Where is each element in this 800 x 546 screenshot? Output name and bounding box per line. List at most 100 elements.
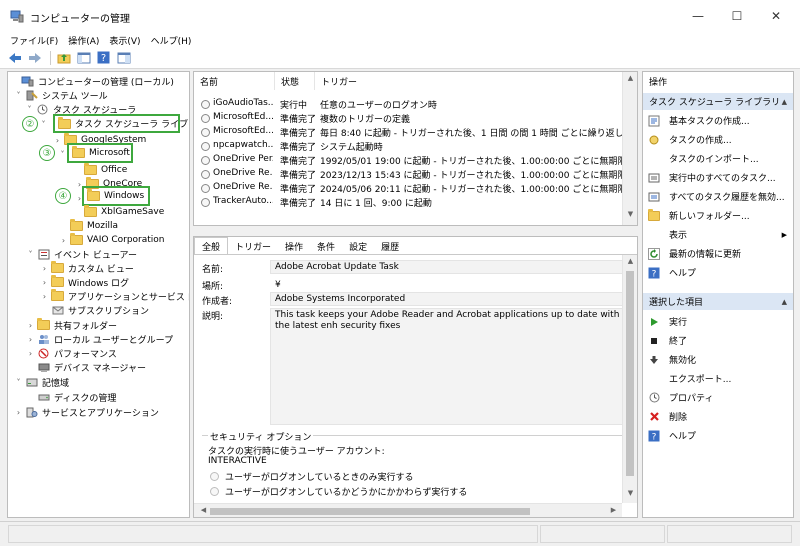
tree-item-task-scheduler-library[interactable]: タスク スケジューラ ライブラリ — [53, 114, 189, 133]
scroll-thumb[interactable] — [210, 508, 530, 515]
task-row[interactable]: OneDrive Per...準備完了1992/05/01 19:00 に起動 … — [194, 154, 622, 167]
properties-toolbar-button[interactable] — [115, 50, 132, 66]
task-list-vertical-scrollbar[interactable]: ▲ ▼ — [622, 72, 637, 225]
task-row[interactable]: OneDrive Re... 準備完了 2023/12/13 15:43 に起動 -… — [194, 168, 622, 181]
tree-item-task-scheduler-library-chevron[interactable]: ˅ — [39, 117, 50, 131]
expand-chevron-icon[interactable]: ˅ — [58, 150, 67, 159]
scroll-right-arrow-icon[interactable]: ▶ — [606, 506, 621, 514]
collapse-chevron-icon[interactable]: › — [26, 349, 35, 358]
action-disable-all-history[interactable]: すべてのタスク履歴を無効... — [643, 187, 793, 206]
help-toolbar-button[interactable]: ? — [95, 50, 112, 66]
action-display-running-tasks[interactable]: 実行中のすべてのタスク... — [643, 168, 793, 187]
column-header-name[interactable]: 名前 — [194, 72, 275, 90]
scroll-thumb[interactable] — [626, 271, 634, 476]
tree-item-disk-management[interactable]: ディスクの管理 — [37, 390, 116, 404]
tree-item-event-viewer[interactable]: ˅ イベント ビューアー — [26, 247, 137, 261]
details-horizontal-scrollbar[interactable]: ◀ ▶ — [194, 503, 622, 517]
minimize-button[interactable]: — — [680, 4, 716, 28]
action-import-task[interactable]: タスクのインポート... — [643, 149, 793, 168]
radio-button-icon[interactable] — [210, 472, 219, 481]
action-view[interactable]: 表示 ▶ — [643, 225, 793, 244]
action-new-folder[interactable]: 新しいフォルダー... — [643, 206, 793, 225]
action-help-library[interactable]: ? ヘルプ — [643, 263, 793, 282]
collapse-arrow-icon[interactable]: ▲ — [782, 298, 787, 306]
action-delete[interactable]: 削除 — [643, 407, 793, 426]
tree-item-windows-log[interactable]: › Windows ログ — [40, 275, 129, 289]
tab-history[interactable]: 履歴 — [374, 237, 406, 255]
scroll-left-arrow-icon[interactable]: ◀ — [196, 506, 211, 514]
collapse-chevron-icon[interactable]: › — [40, 292, 49, 301]
radio-logged-on-only[interactable]: ユーザーがログオンしているときのみ実行する — [210, 470, 414, 483]
task-row[interactable]: iGoAudioTas... 実行中 任意のユーザーのログオン時 — [194, 98, 622, 111]
tree-item-system-tools[interactable]: ˅ システム ツール — [14, 88, 108, 102]
details-vertical-scrollbar[interactable]: ▲ ▼ — [622, 255, 637, 503]
radio-button-icon[interactable] — [210, 487, 219, 496]
action-create-task[interactable]: タスクの作成... — [643, 130, 793, 149]
task-row[interactable]: TrackerAuto... 準備完了 14 日に 1 回、9:00 に起動 — [194, 196, 622, 209]
tab-actions[interactable]: 操作 — [278, 237, 310, 255]
actions-section-library[interactable]: タスク スケジューラ ライブラリ ▲ — [643, 93, 793, 110]
action-disable[interactable]: 無効化 — [643, 350, 793, 369]
task-row[interactable]: MicrosoftEd... 準備完了 毎日 8:40 に起動 - トリガーされた後… — [194, 126, 622, 139]
collapse-chevron-icon[interactable]: › — [26, 321, 35, 330]
tab-conditions[interactable]: 条件 — [310, 237, 342, 255]
tree-item-microsoft[interactable]: Microsoft — [67, 143, 133, 163]
task-row[interactable]: npcapwatch... 準備完了 システム起動時 — [194, 140, 622, 153]
action-export[interactable]: エクスポート... — [643, 369, 793, 388]
expand-chevron-icon[interactable]: ˅ — [14, 378, 23, 387]
scroll-up-arrow-icon[interactable]: ▲ — [623, 74, 637, 82]
scroll-up-arrow-icon[interactable]: ▲ — [623, 257, 637, 265]
tree-item-mozilla[interactable]: Mozilla — [70, 219, 118, 233]
radio-logged-on-or-not[interactable]: ユーザーがログオンしているかどうかにかかわらず実行する — [210, 485, 467, 498]
tree-item-shared-folders[interactable]: › 共有フォルダー — [26, 318, 117, 332]
tree-item-storage[interactable]: ˅ 記憶域 — [14, 375, 70, 389]
action-help-selected[interactable]: ? ヘルプ — [643, 426, 793, 445]
menu-action[interactable]: 操作(A) — [68, 34, 99, 47]
tree-item-custom-view[interactable]: › カスタム ビュー — [40, 261, 134, 275]
collapse-chevron-icon[interactable]: › — [53, 136, 62, 145]
task-row[interactable]: MicrosoftEd... 準備完了 複数のトリガーの定義 — [194, 112, 622, 125]
tab-settings[interactable]: 設定 — [342, 237, 374, 255]
back-button[interactable] — [6, 50, 23, 66]
collapse-arrow-icon[interactable]: ▲ — [782, 98, 787, 106]
tree-item-performance[interactable]: › パフォーマンス — [26, 346, 117, 360]
forward-button[interactable] — [26, 50, 43, 66]
column-header-trigger[interactable]: トリガー — [315, 72, 625, 90]
tab-triggers[interactable]: トリガー — [228, 237, 278, 255]
menu-view[interactable]: 表示(V) — [109, 34, 140, 47]
actions-section-selected-item[interactable]: 選択した項目 ▲ — [643, 293, 793, 310]
expand-chevron-icon[interactable]: ˅ — [39, 120, 48, 129]
scroll-down-arrow-icon[interactable]: ▼ — [623, 210, 637, 218]
tree-item-app-service-log[interactable]: › アプリケーションとサービス ログ — [40, 289, 189, 303]
expand-chevron-icon[interactable]: ˅ — [14, 91, 23, 100]
collapse-chevron-icon[interactable]: › — [40, 278, 49, 287]
action-run[interactable]: 実行 — [643, 312, 793, 331]
scroll-down-arrow-icon[interactable]: ▼ — [623, 489, 637, 497]
menu-help[interactable]: ヘルプ(H) — [151, 34, 192, 47]
menu-file[interactable]: ファイル(F) — [10, 34, 58, 47]
tree-item-device-manager[interactable]: デバイス マネージャー — [37, 360, 146, 374]
expand-chevron-icon[interactable]: ˅ — [26, 250, 35, 259]
close-button[interactable]: ✕ — [758, 4, 794, 28]
action-refresh[interactable]: 最新の情報に更新 — [643, 244, 793, 263]
tree-item-windows[interactable]: Windows — [82, 186, 150, 206]
column-header-status[interactable]: 状態 — [275, 72, 315, 90]
action-properties[interactable]: プロパティ — [643, 388, 793, 407]
maximize-button[interactable]: ☐ — [719, 4, 755, 28]
action-end[interactable]: 終了 — [643, 331, 793, 350]
tree-item-subscription[interactable]: サブスクリプション — [51, 303, 149, 317]
up-folder-button[interactable] — [55, 50, 72, 66]
tab-general[interactable]: 全般 — [194, 237, 229, 255]
tree-item-xbl-game-save[interactable]: XblGameSave — [84, 205, 164, 219]
show-hide-tree-button[interactable] — [75, 50, 92, 66]
task-row[interactable]: OneDrive Re... 準備完了 2024/05/06 20:11 に起動 -… — [194, 182, 622, 195]
tree-item-root[interactable]: コンピューターの管理 (ローカル) — [10, 74, 174, 88]
tree-item-office[interactable]: Office — [84, 163, 127, 177]
collapse-chevron-icon[interactable]: › — [40, 264, 49, 273]
collapse-chevron-icon[interactable]: › — [59, 236, 68, 245]
expand-chevron-icon[interactable]: ˅ — [25, 105, 34, 114]
tree-item-services-apps[interactable]: › サービスとアプリケーション — [14, 405, 159, 419]
tree-item-local-users[interactable]: › ローカル ユーザーとグループ — [26, 332, 173, 346]
collapse-chevron-icon[interactable]: › — [26, 335, 35, 344]
collapse-chevron-icon[interactable]: › — [14, 408, 23, 417]
